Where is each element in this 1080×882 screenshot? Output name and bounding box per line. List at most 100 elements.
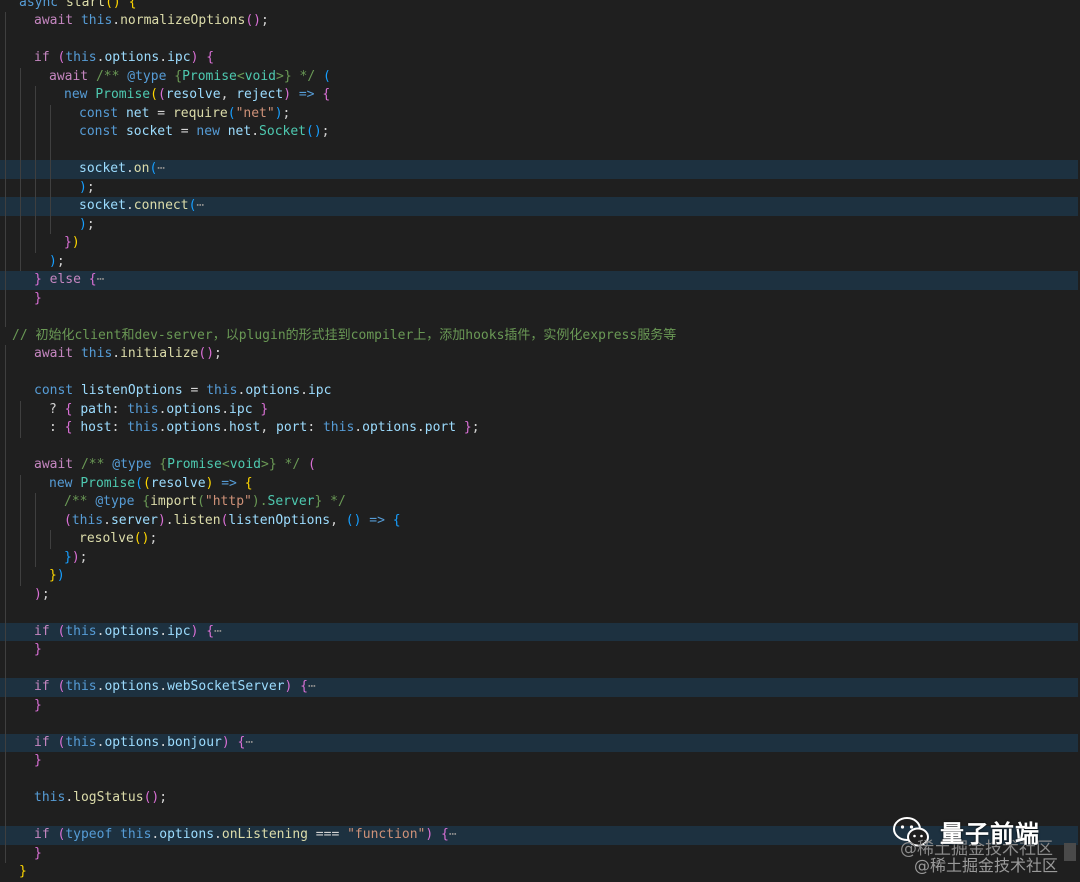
code-token: server	[110, 512, 158, 528]
fold-ellipsis-icon[interactable]: ⋯	[449, 827, 457, 842]
watermark-subtitle: @稀土掘金技术社区	[914, 856, 1059, 875]
fold-ellipsis-icon[interactable]: ⋯	[214, 624, 222, 639]
code-token: {	[134, 494, 151, 509]
code-line[interactable]: /** @type {import("http").Server} */	[0, 493, 1078, 512]
code-line[interactable]: ? { path: this.options.ipc }	[0, 400, 1078, 419]
code-token: .	[251, 124, 260, 139]
fold-ellipsis-icon[interactable]: ⋯	[196, 198, 204, 213]
code-line[interactable]	[0, 715, 1078, 734]
code-token: if	[34, 679, 58, 694]
code-line[interactable]	[0, 659, 1078, 678]
code-text: const listenOptions = this.options.ipc	[34, 382, 331, 401]
code-line[interactable]: new Promise((resolve) => {	[0, 474, 1078, 493]
code-line[interactable]	[0, 30, 1078, 49]
code-line[interactable]: (this.server).listen(listenOptions, () =…	[0, 511, 1078, 531]
code-line[interactable]: });	[0, 548, 1078, 567]
code-line[interactable]	[0, 363, 1078, 382]
watermark-brand: 量子前端	[940, 820, 1040, 848]
code-token: const	[79, 124, 126, 139]
code-token: onListening	[221, 827, 308, 842]
code-token: normalizeOptions	[120, 13, 246, 28]
code-text: }	[34, 290, 42, 309]
code-token: )	[274, 105, 283, 121]
code-line[interactable]: await /** @type {Promise<void>} */ (	[0, 456, 1078, 475]
indent-guide	[5, 678, 6, 697]
code-line[interactable]: if (this.options.bonjour) {⋯	[0, 733, 1078, 752]
code-line[interactable]: );	[0, 585, 1078, 604]
code-token: listenOptions	[80, 383, 183, 398]
code-line[interactable]: socket.connect(⋯	[0, 197, 1078, 216]
code-line[interactable]: await this.normalizeOptions();	[0, 12, 1078, 31]
code-line[interactable]: }	[0, 696, 1078, 715]
code-line[interactable]: resolve();	[0, 530, 1078, 549]
indent-guide	[5, 715, 6, 734]
code-line[interactable]: }	[0, 752, 1078, 771]
code-token: .	[300, 383, 308, 398]
code-line[interactable]: }	[0, 289, 1078, 309]
code-line[interactable]: socket.on(⋯	[0, 160, 1078, 179]
fold-ellipsis-icon[interactable]: ⋯	[157, 161, 165, 176]
indent-guide	[50, 178, 51, 197]
indent-guide	[35, 530, 36, 549]
indent-guide	[20, 178, 21, 197]
code-line[interactable]: if (this.options.ipc) {	[0, 49, 1078, 68]
code-line[interactable]: );	[0, 215, 1078, 234]
indent-guide	[5, 289, 6, 308]
code-line[interactable]	[0, 308, 1078, 327]
code-line[interactable]	[0, 604, 1078, 623]
code-line[interactable]: }	[0, 641, 1078, 660]
code-line[interactable]: : { host: this.options.host, port: this.…	[0, 419, 1078, 438]
code-line[interactable]	[0, 437, 1078, 456]
fold-ellipsis-icon[interactable]: ⋯	[308, 679, 316, 694]
code-text: resolve();	[79, 530, 157, 549]
indent-guide	[5, 67, 6, 86]
code-token: .	[221, 401, 230, 417]
code-line[interactable]: await /** @type {Promise<void>} */ (	[0, 67, 1078, 86]
code-token: )	[56, 568, 65, 583]
code-text: );	[79, 179, 95, 198]
code-token: }	[64, 549, 72, 565]
code-token: .	[221, 420, 230, 435]
code-token: }	[34, 642, 42, 657]
code-token: connect	[133, 198, 189, 213]
indent-guide	[5, 567, 6, 586]
code-token: void	[244, 68, 277, 84]
indent-guide	[20, 67, 21, 86]
code-token: port	[424, 420, 457, 435]
code-token: ;	[86, 179, 95, 195]
indent-guide	[5, 622, 6, 641]
code-line[interactable]: const socket = new net.Socket();	[0, 123, 1078, 142]
code-line[interactable]: })	[0, 234, 1078, 253]
code-line[interactable]: })	[0, 567, 1078, 586]
code-token: reject	[236, 87, 284, 102]
code-token: new	[196, 124, 228, 139]
code-token: .	[159, 679, 168, 694]
code-line[interactable]: const listenOptions = this.options.ipc	[0, 382, 1078, 401]
code-token: .	[103, 512, 111, 528]
code-token: )	[71, 235, 80, 250]
code-text: (this.server).listen(listenOptions, () =…	[64, 512, 401, 531]
code-line[interactable]: await this.initialize();	[0, 345, 1078, 364]
code-line[interactable]: if (this.options.webSocketServer) {⋯	[0, 678, 1078, 697]
code-line[interactable]	[0, 770, 1078, 789]
code-line[interactable]: );	[0, 178, 1078, 198]
code-line[interactable]: } else {⋯	[0, 271, 1078, 290]
code-line[interactable]: async start() {	[0, 0, 1078, 12]
fold-ellipsis-icon[interactable]: ⋯	[97, 272, 105, 287]
code-token: else	[49, 272, 89, 287]
indent-guide	[5, 419, 6, 438]
code-token: ()	[245, 13, 261, 28]
code-line[interactable]: if (this.options.ipc) {⋯	[0, 622, 1078, 641]
indent-guide	[20, 215, 21, 234]
code-line[interactable]: );	[0, 252, 1078, 271]
code-line[interactable]	[0, 141, 1078, 160]
indent-guide	[5, 382, 6, 401]
code-line[interactable]: this.logStatus();	[0, 789, 1078, 808]
code-line[interactable]: const net = require("net");	[0, 104, 1078, 123]
code-editor[interactable]: async start() {await this.normalizeOptio…	[0, 0, 1080, 881]
code-line[interactable]: // 初始化client和dev-server，以plugin的形式挂到comp…	[0, 327, 1078, 346]
fold-ellipsis-icon[interactable]: ⋯	[245, 735, 253, 750]
code-line[interactable]: new Promise((resolve, reject) => {	[0, 86, 1078, 105]
indent-guide	[20, 419, 21, 438]
